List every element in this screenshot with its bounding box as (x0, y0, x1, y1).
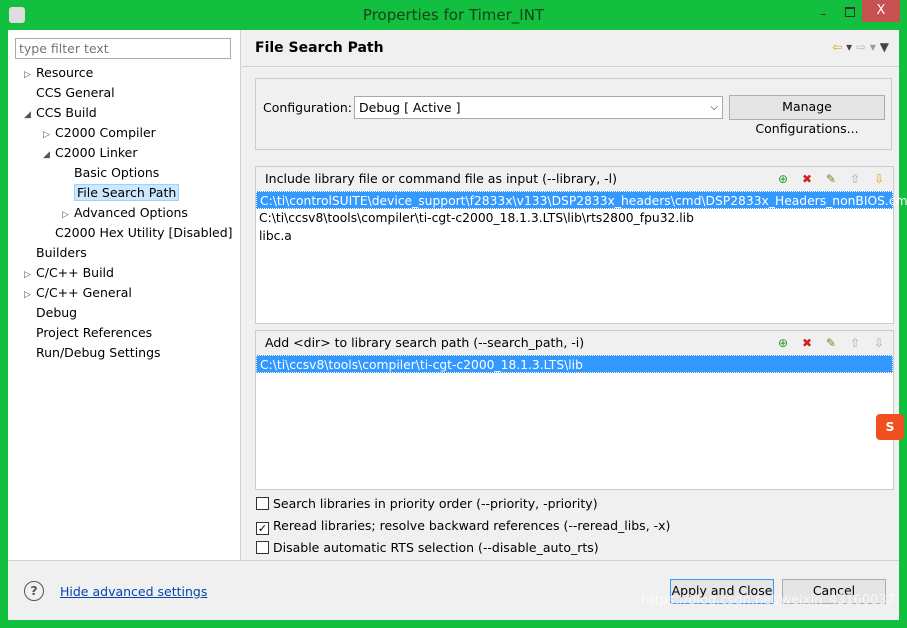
move-up-icon[interactable]: ⇧ (847, 335, 863, 351)
expand-arrow-icon[interactable]: ◢ (43, 145, 55, 165)
edit-icon[interactable]: ✎ (823, 335, 839, 351)
tree-item[interactable]: Builders (24, 243, 87, 263)
tree-item[interactable]: ▷ C/C++ General (24, 283, 132, 303)
expand-arrow-icon[interactable]: ▷ (24, 65, 36, 85)
hide-advanced-settings-link[interactable]: Hide advanced settings (60, 584, 207, 599)
forward-icon[interactable]: ⇨ (856, 40, 866, 54)
tree-item-label: CCS General (36, 85, 115, 100)
search-path-group: Add <dir> to library search path (--sear… (255, 330, 894, 490)
checkbox-label: Search libraries in priority order (--pr… (273, 496, 598, 511)
checkbox-box[interactable]: ✓ (256, 522, 269, 535)
filter-input[interactable] (15, 38, 231, 59)
add-icon[interactable]: ⊕ (775, 171, 791, 187)
sidebar: ▷ResourceCCS General◢CCS Build▷C2000 Com… (8, 30, 241, 560)
tree-item[interactable]: Debug (24, 303, 77, 323)
delete-icon[interactable]: ✖ (799, 335, 815, 351)
main-panel: File Search Path ⇦ ▾ ⇨ ▾ ▼ Configuration… (242, 30, 907, 560)
view-menu-icon[interactable]: ▼ (880, 40, 889, 54)
tree-item-label: C/C++ Build (36, 265, 114, 280)
tree-item-label: C2000 Compiler (55, 125, 156, 140)
nav-buttons: ⇦ ▾ ⇨ ▾ ▼ (832, 40, 889, 54)
checkbox-label: Disable automatic RTS selection (--disab… (273, 540, 599, 555)
option-checkbox[interactable]: Search libraries in priority order (--pr… (256, 496, 598, 511)
expand-arrow-icon[interactable]: ▷ (24, 265, 36, 285)
minimize-button[interactable]: – (820, 6, 834, 21)
library-group: Include library file or command file as … (255, 166, 907, 324)
tree-item[interactable]: ▷ C/C++ Build (24, 263, 114, 283)
move-up-icon[interactable]: ⇧ (847, 171, 863, 187)
tree-item-label: Advanced Options (74, 205, 188, 220)
search-path-list[interactable]: C:\ti\ccsv8\tools\compiler\ti-cgt-c2000_… (256, 355, 893, 373)
option-checkbox[interactable]: Disable automatic RTS selection (--disab… (256, 540, 599, 555)
tree-item-label: C2000 Hex Utility [Disabled] (55, 225, 233, 240)
configuration-select[interactable]: Debug [ Active ] ⌵ (354, 96, 723, 119)
expand-arrow-icon[interactable]: ▷ (62, 205, 74, 225)
tree-item[interactable]: CCS General (24, 83, 115, 103)
configuration-value: Debug [ Active ] (359, 100, 461, 115)
title-bar: Properties for Timer_INT – X (0, 0, 907, 30)
tree-item-label: Debug (36, 305, 78, 320)
checkbox-label: Reread libraries; resolve backward refer… (273, 518, 671, 533)
watermark: https://blog.csdn.net/weixin_43160037 (641, 593, 895, 608)
forward-menu-icon[interactable]: ▾ (870, 40, 876, 54)
delete-icon[interactable]: ✖ (799, 171, 815, 187)
tree-item-label: Basic Options (74, 165, 160, 180)
page-title: File Search Path (255, 40, 384, 56)
tree-item[interactable]: ▷ Resource (24, 63, 93, 83)
tree-item[interactable]: ◢ CCS Build (24, 103, 97, 123)
checkbox-box[interactable] (256, 541, 269, 554)
list-item[interactable]: C:\ti\ccsv8\tools\compiler\ti-cgt-c2000_… (256, 355, 893, 373)
tree-item-label: C/C++ General (36, 285, 132, 300)
add-icon[interactable]: ⊕ (775, 335, 791, 351)
list-item[interactable]: libc.a (256, 227, 893, 245)
edit-icon[interactable]: ✎ (823, 171, 839, 187)
back-menu-icon[interactable]: ▾ (846, 40, 852, 54)
tree-item[interactable]: Project References (24, 323, 152, 343)
maximize-button[interactable] (845, 7, 855, 17)
tree-item[interactable]: ▷ Advanced Options (62, 203, 188, 223)
expand-arrow-icon[interactable]: ◢ (24, 105, 36, 125)
tree-item-label: C2000 Linker (55, 145, 138, 160)
expand-arrow-icon[interactable]: ▷ (24, 285, 36, 305)
library-group-label: Include library file or command file as … (265, 171, 618, 186)
tree-item[interactable]: ◢ C2000 Linker (43, 143, 138, 163)
tree-item-label: Project References (36, 325, 153, 340)
tree-item[interactable]: ▷ C2000 Compiler (43, 123, 156, 143)
tree-item-label: CCS Build (36, 105, 97, 120)
dialog-client: ▷ResourceCCS General◢CCS Build▷C2000 Com… (8, 30, 907, 620)
tree-item-label: Run/Debug Settings (36, 345, 161, 360)
tree-item-label: File Search Path (74, 184, 180, 201)
tree-item[interactable]: C2000 Hex Utility [Disabled] (43, 223, 233, 243)
tree-item[interactable]: File Search Path (62, 183, 180, 203)
window-title: Properties for Timer_INT (362, 6, 545, 24)
checkbox-box[interactable] (256, 497, 269, 510)
footer: ? Hide advanced settings Apply and Close… (8, 560, 899, 620)
tree-item[interactable]: Basic Options (62, 163, 159, 183)
help-icon[interactable]: ? (24, 581, 44, 601)
list-item[interactable]: C:\ti\controlSUITE\device_support\f2833x… (256, 191, 907, 209)
library-list[interactable]: C:\ti\controlSUITE\device_support\f2833x… (256, 191, 907, 245)
close-button[interactable]: X (862, 0, 900, 22)
tree-item-label: Resource (36, 65, 94, 80)
divider (242, 66, 899, 67)
back-icon[interactable]: ⇦ (832, 40, 842, 54)
manage-configurations-button[interactable]: Manage Configurations... (729, 95, 885, 136)
ime-icon[interactable]: S (876, 414, 904, 440)
expand-arrow-icon[interactable]: ▷ (43, 125, 55, 145)
list-item[interactable]: C:\ti\ccsv8\tools\compiler\ti-cgt-c2000_… (256, 209, 893, 227)
move-down-icon[interactable]: ⇩ (871, 171, 887, 187)
move-down-icon[interactable]: ⇩ (871, 335, 887, 351)
option-checkbox[interactable]: ✓ Reread libraries; resolve backward refe… (256, 518, 670, 535)
configuration-label: Configuration: (263, 100, 352, 115)
tree-item-label: Builders (36, 245, 87, 260)
chevron-down-icon: ⌵ (710, 102, 718, 113)
search-path-group-label: Add <dir> to library search path (--sear… (265, 335, 585, 350)
tree-item[interactable]: Run/Debug Settings (24, 343, 161, 363)
